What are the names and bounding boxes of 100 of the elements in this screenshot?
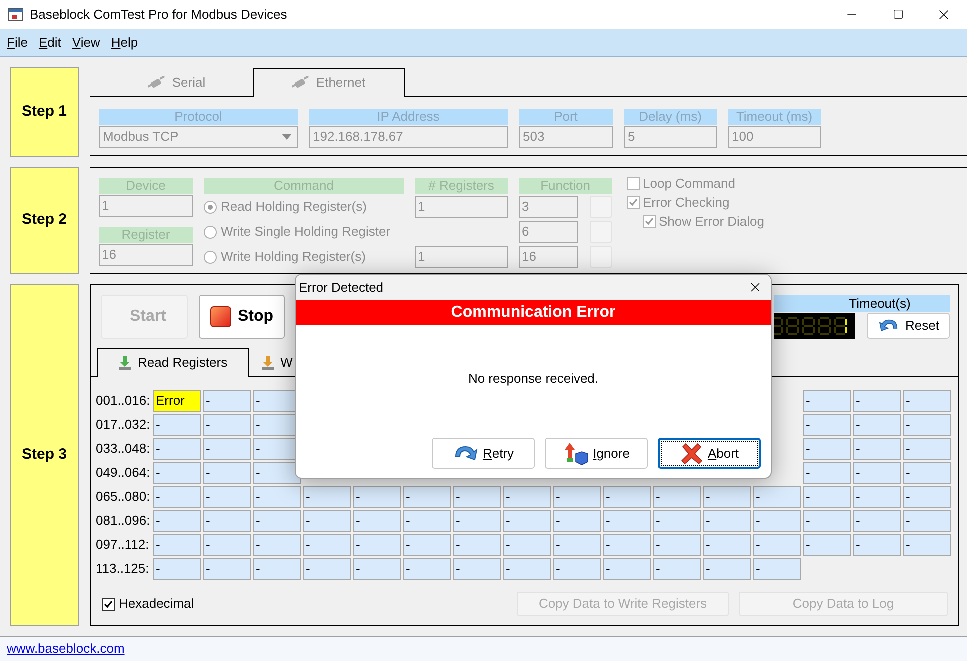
register-cell[interactable]: - <box>303 534 351 556</box>
register-cell[interactable]: - <box>403 534 451 556</box>
register-cell[interactable]: - <box>903 510 951 532</box>
register-cell[interactable]: - <box>453 486 501 508</box>
register-cell[interactable]: - <box>253 462 301 484</box>
register-cell[interactable]: - <box>653 558 701 580</box>
register-cell[interactable]: - <box>153 558 201 580</box>
website-link[interactable]: www.baseblock.com <box>7 639 125 659</box>
register-cell[interactable]: - <box>703 534 751 556</box>
dialog-button[interactable]: Retry <box>432 438 535 469</box>
register-cell[interactable]: - <box>853 486 901 508</box>
register-cell[interactable]: - <box>203 414 251 436</box>
register-cell[interactable]: - <box>253 558 301 580</box>
register-cell[interactable]: - <box>803 534 851 556</box>
register-cell[interactable]: - <box>403 510 451 532</box>
register-cell[interactable]: - <box>303 486 351 508</box>
register-cell[interactable]: - <box>603 486 651 508</box>
register-cell[interactable]: - <box>553 486 601 508</box>
register-cell[interactable]: - <box>853 462 901 484</box>
register-cell[interactable]: - <box>403 486 451 508</box>
register-cell[interactable]: - <box>253 534 301 556</box>
register-cell[interactable]: - <box>203 510 251 532</box>
dialog-button[interactable]: Abort <box>658 438 761 469</box>
register-cell[interactable]: - <box>253 510 301 532</box>
register-cell[interactable]: - <box>453 534 501 556</box>
register-cell[interactable]: - <box>453 558 501 580</box>
register-cell[interactable]: - <box>453 510 501 532</box>
register-cell[interactable]: - <box>853 510 901 532</box>
register-cell[interactable]: - <box>353 486 401 508</box>
register-cell[interactable]: - <box>553 510 601 532</box>
menu-item[interactable]: Edit <box>34 32 66 52</box>
menu-item[interactable]: Help <box>106 32 144 52</box>
register-cell[interactable]: - <box>253 486 301 508</box>
register-cell[interactable]: - <box>353 558 401 580</box>
register-cell[interactable]: - <box>153 414 201 436</box>
register-cell[interactable]: - <box>503 486 551 508</box>
plug-icon <box>148 76 166 90</box>
register-cell[interactable]: - <box>353 534 401 556</box>
register-cell[interactable]: - <box>653 534 701 556</box>
register-tab[interactable]: Read Registers <box>97 348 249 377</box>
register-cell[interactable]: - <box>903 534 951 556</box>
stop-button[interactable]: Stop <box>199 294 285 338</box>
register-cell[interactable]: - <box>153 462 201 484</box>
register-tab[interactable]: W <box>248 349 297 376</box>
register-cell[interactable]: - <box>403 558 451 580</box>
checkbox[interactable] <box>102 598 115 610</box>
register-cell[interactable]: - <box>703 558 751 580</box>
register-cell[interactable]: - <box>703 486 751 508</box>
register-cell[interactable]: - <box>653 510 701 532</box>
register-cell[interactable]: - <box>903 438 951 460</box>
register-cell[interactable]: - <box>753 534 801 556</box>
register-cell[interactable]: - <box>553 534 601 556</box>
register-cell[interactable]: - <box>603 558 651 580</box>
register-cell[interactable]: - <box>153 510 201 532</box>
register-cell[interactable]: - <box>853 390 901 412</box>
register-cell[interactable]: - <box>553 558 601 580</box>
register-cell[interactable]: - <box>803 438 851 460</box>
register-cell[interactable]: - <box>703 510 751 532</box>
register-cell[interactable]: - <box>903 486 951 508</box>
register-cell[interactable]: - <box>603 510 651 532</box>
register-cell[interactable]: - <box>353 510 401 532</box>
register-cell[interactable]: - <box>853 534 901 556</box>
stop-icon <box>210 306 232 328</box>
dialog-button[interactable]: Ignore <box>545 438 648 469</box>
register-cell[interactable]: - <box>203 438 251 460</box>
register-cell[interactable]: - <box>203 462 251 484</box>
command-label: Read Holding Register(s) <box>221 198 367 216</box>
register-cell[interactable]: - <box>753 510 801 532</box>
register-cell[interactable]: - <box>303 558 351 580</box>
menu-item[interactable]: View <box>67 32 106 52</box>
register-cell[interactable]: - <box>653 486 701 508</box>
register-cell[interactable]: - <box>853 414 901 436</box>
register-cell[interactable]: - <box>803 510 851 532</box>
register-cell[interactable]: - <box>503 558 551 580</box>
row-label: 049..064: <box>96 464 151 482</box>
register-cell[interactable]: - <box>803 390 851 412</box>
register-cell[interactable]: - <box>753 558 801 580</box>
register-cell[interactable]: - <box>503 510 551 532</box>
register-cell[interactable]: - <box>153 534 201 556</box>
reset-button[interactable]: Reset <box>867 312 950 338</box>
register-cell[interactable]: - <box>603 534 651 556</box>
register-cell[interactable]: - <box>803 486 851 508</box>
register-cell[interactable]: - <box>903 414 951 436</box>
register-cell[interactable]: - <box>803 462 851 484</box>
register-cell[interactable]: - <box>203 558 251 580</box>
register-cell[interactable]: - <box>203 390 251 412</box>
register-cell[interactable]: - <box>503 534 551 556</box>
menu-item[interactable]: File <box>2 32 33 52</box>
register-cell[interactable]: - <box>203 486 251 508</box>
register-cell[interactable]: - <box>853 438 901 460</box>
register-cell[interactable]: - <box>903 462 951 484</box>
register-cell[interactable]: - <box>153 438 201 460</box>
register-cell[interactable]: - <box>153 486 201 508</box>
plug-icon <box>292 76 310 90</box>
register-cell[interactable]: - <box>203 534 251 556</box>
register-cell[interactable]: - <box>903 390 951 412</box>
register-cell[interactable]: - <box>753 486 801 508</box>
register-cell[interactable]: Error <box>153 390 201 412</box>
register-cell[interactable]: - <box>803 414 851 436</box>
register-cell[interactable]: - <box>303 510 351 532</box>
